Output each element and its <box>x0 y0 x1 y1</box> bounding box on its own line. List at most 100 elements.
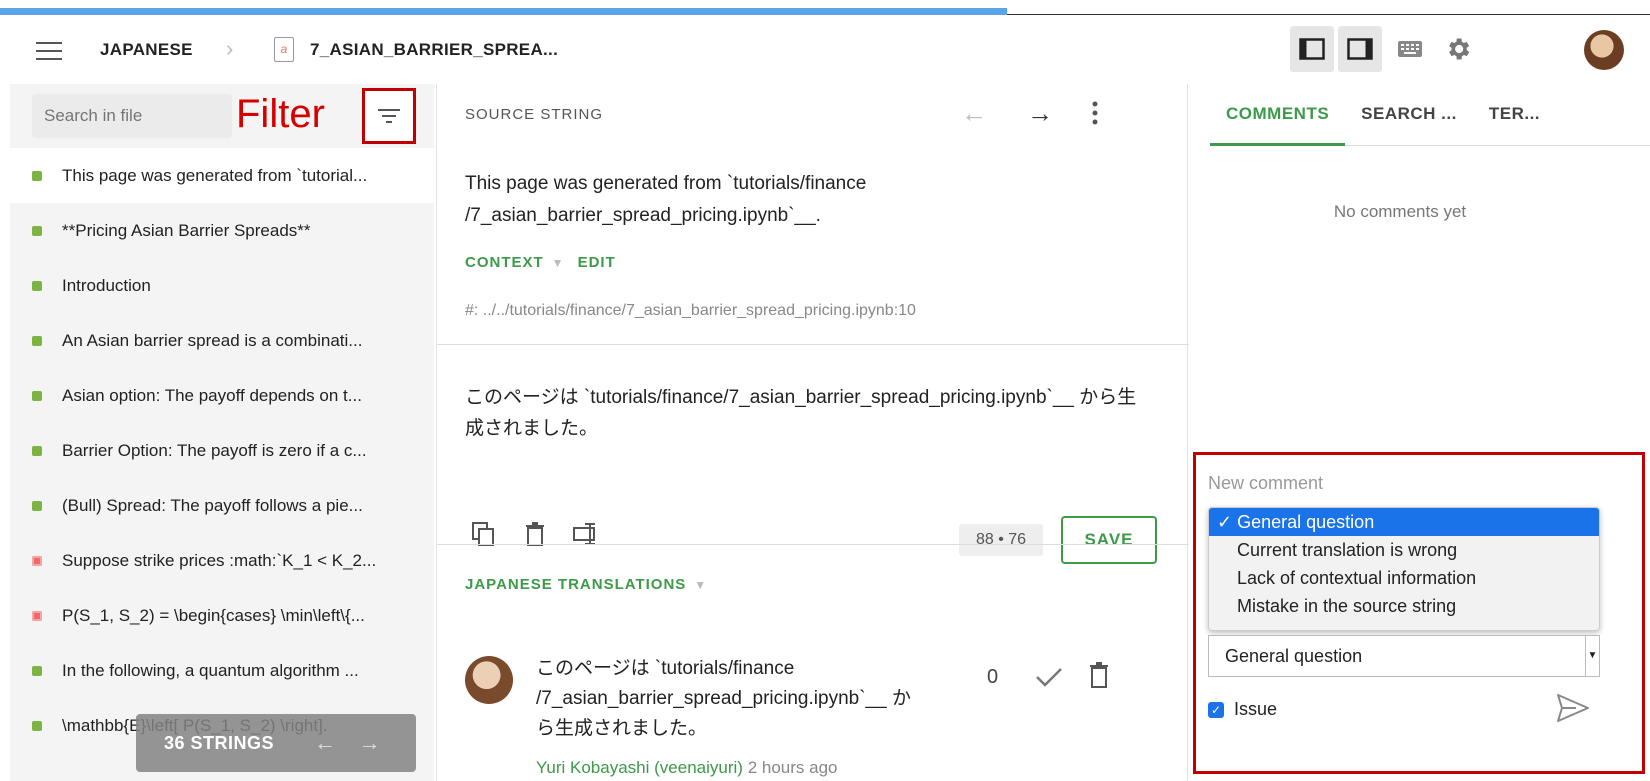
translation-editor[interactable]: このページは `tutorials/finance/7_asian_barrie… <box>465 382 1155 444</box>
status-dot-icon <box>32 445 42 456</box>
string-list-item[interactable]: P(S_1, S_2) = \begin{cases} \min\left\{.… <box>10 588 434 643</box>
string-text: An Asian barrier spread is a combinati..… <box>62 330 363 350</box>
string-text: In the following, a quantum algorithm ..… <box>62 660 359 680</box>
status-dot-icon <box>32 390 42 401</box>
checkmark-icon: ✓ <box>1217 512 1233 532</box>
tab-terms[interactable]: TER... <box>1473 84 1556 146</box>
file-icon: a <box>274 37 294 62</box>
right-panel-icon <box>1347 38 1373 60</box>
string-list-item[interactable]: This page was generated from `tutorial..… <box>10 148 434 203</box>
translator-avatar <box>465 656 513 704</box>
string-list-item[interactable]: Barrier Option: The payoff is zero if a … <box>10 423 434 478</box>
option-general-question[interactable]: ✓ General question <box>1209 508 1599 536</box>
string-list-item[interactable]: **Pricing Asian Barrier Spreads** <box>10 203 434 258</box>
string-text: P(S_1, S_2) = \begin{cases} \min\left\{.… <box>62 605 365 625</box>
timestamp: 2 hours ago <box>747 758 838 777</box>
suggestion-author-line: Yuri Kobayashi (veenaiyuri) 2 hours ago <box>536 758 837 778</box>
progress-fill <box>0 8 1007 15</box>
save-button[interactable]: SAVE <box>1061 516 1157 564</box>
string-list-item[interactable]: An Asian barrier spread is a combinati..… <box>10 313 434 368</box>
filter-icon <box>378 109 400 123</box>
string-text: Suppose strike prices :math:`K_1 < K_2..… <box>62 550 377 570</box>
more-vert-icon[interactable] <box>1091 100 1099 131</box>
arrow-left-icon[interactable]: ← <box>314 730 337 756</box>
user-avatar[interactable] <box>1584 30 1624 70</box>
top-header: JAPANESE › a 7_ASIAN_BARRIER_SPREA... <box>0 16 1650 84</box>
status-dot-icon <box>32 170 42 181</box>
option-wrong-translation[interactable]: Current translation is wrong <box>1209 536 1599 564</box>
search-input[interactable] <box>32 94 232 138</box>
string-text: (Bull) Spread: The payoff follows a pie.… <box>62 495 363 515</box>
string-list: This page was generated from `tutorial..… <box>10 148 434 753</box>
source-string-text: This page was generated from `tutorials/… <box>465 173 867 226</box>
settings-button[interactable] <box>1436 26 1480 72</box>
vote-count: 0 <box>987 666 999 688</box>
status-dot-icon <box>32 665 42 676</box>
gear-icon <box>1449 38 1470 60</box>
edit-context-link[interactable]: EDIT <box>578 254 616 271</box>
status-dot-icon <box>32 500 42 511</box>
new-comment-box: New comment ✓ General question Current t… <box>1193 452 1645 774</box>
machine-translate-button[interactable] <box>571 518 603 550</box>
context-path: #: ../../tutorials/finance/7_asian_barri… <box>465 302 916 319</box>
string-text: Barrier Option: The payoff is zero if a … <box>62 440 367 460</box>
right-panel-toggle[interactable] <box>1338 26 1382 72</box>
suggestion-text[interactable]: このページは `tutorials/finance /7_asian_barri… <box>536 654 916 744</box>
trash-icon <box>526 522 544 546</box>
divider <box>437 544 1189 545</box>
string-list-item[interactable]: (Bull) Spread: The payoff follows a pie.… <box>10 478 434 533</box>
translations-label[interactable]: JAPANESE TRANSLATIONS <box>465 576 686 593</box>
string-text: **Pricing Asian Barrier Spreads** <box>62 220 311 240</box>
dropdown-triangle-icon: ▼ <box>694 577 707 592</box>
arrow-right-icon[interactable]: → <box>359 730 382 756</box>
arrow-right-icon[interactable]: → <box>1027 98 1053 129</box>
string-text: Asian option: The payoff depends on t... <box>62 385 362 405</box>
send-icon <box>1557 694 1589 722</box>
status-dot-icon <box>32 225 42 236</box>
approve-icon[interactable] <box>1035 666 1063 693</box>
string-list-item[interactable]: In the following, a quantum algorithm ..… <box>10 643 434 698</box>
divider <box>437 344 1189 345</box>
string-list-item[interactable]: Introduction <box>10 258 434 313</box>
left-panel-toggle[interactable] <box>1290 26 1334 72</box>
progress-bar <box>0 8 1650 15</box>
no-comments-message: No comments yet <box>1333 202 1467 221</box>
arrow-left-icon[interactable]: ← <box>961 98 987 129</box>
string-list-item[interactable]: Suppose strike prices :math:`K_1 < K_2..… <box>10 533 434 588</box>
string-list-item[interactable]: Asian option: The payoff depends on t... <box>10 368 434 423</box>
character-counter: 88 • 76 <box>959 524 1043 556</box>
option-source-mistake[interactable]: Mistake in the source string <box>1209 592 1599 620</box>
strings-count-bar: 36 STRINGS ← → <box>136 714 416 772</box>
source-string-label: SOURCE STRING <box>465 106 604 123</box>
tab-bar: COMMENTS SEARCH ... TER... <box>1210 84 1650 146</box>
left-panel-icon <box>1299 38 1325 60</box>
breadcrumb-file[interactable]: 7_ASIAN_BARRIER_SPREA... <box>310 40 558 60</box>
status-dot-icon <box>32 555 42 566</box>
comment-type-select[interactable]: General question ▼ <box>1208 635 1600 677</box>
text-cursor-icon <box>573 523 595 545</box>
sidebar-panel: COMMENTS SEARCH ... TER... No comments y… <box>1190 84 1650 781</box>
status-dot-icon <box>32 335 42 346</box>
menu-icon[interactable] <box>36 42 62 60</box>
delete-translation-button[interactable] <box>519 518 551 550</box>
select-caret-icon: ▼ <box>1585 636 1599 676</box>
status-dot-icon <box>32 280 42 291</box>
author-name[interactable]: Yuri Kobayashi (veenaiyuri) <box>536 758 743 777</box>
tab-comments[interactable]: COMMENTS <box>1210 84 1346 146</box>
filter-annotation: Filter <box>236 92 325 136</box>
strings-count: 36 STRINGS <box>164 732 275 753</box>
filter-button[interactable] <box>362 88 416 144</box>
chevron-right-icon: › <box>226 36 234 61</box>
new-comment-input[interactable]: New comment <box>1208 473 1323 494</box>
context-label[interactable]: CONTEXT <box>465 254 544 271</box>
issue-checkbox-row[interactable]: ✓ Issue <box>1208 699 1277 720</box>
tab-search[interactable]: SEARCH ... <box>1345 84 1473 146</box>
trash-icon[interactable] <box>1089 662 1109 693</box>
option-lack-context[interactable]: Lack of contextual information <box>1209 564 1599 592</box>
breadcrumb-language[interactable]: JAPANESE <box>100 40 193 60</box>
strings-panel: Filter This page was generated from `tut… <box>10 84 434 781</box>
issue-checkbox[interactable]: ✓ <box>1208 701 1224 718</box>
copy-source-button[interactable] <box>467 518 499 550</box>
send-button[interactable] <box>1556 693 1592 727</box>
keyboard-button[interactable] <box>1388 26 1432 72</box>
